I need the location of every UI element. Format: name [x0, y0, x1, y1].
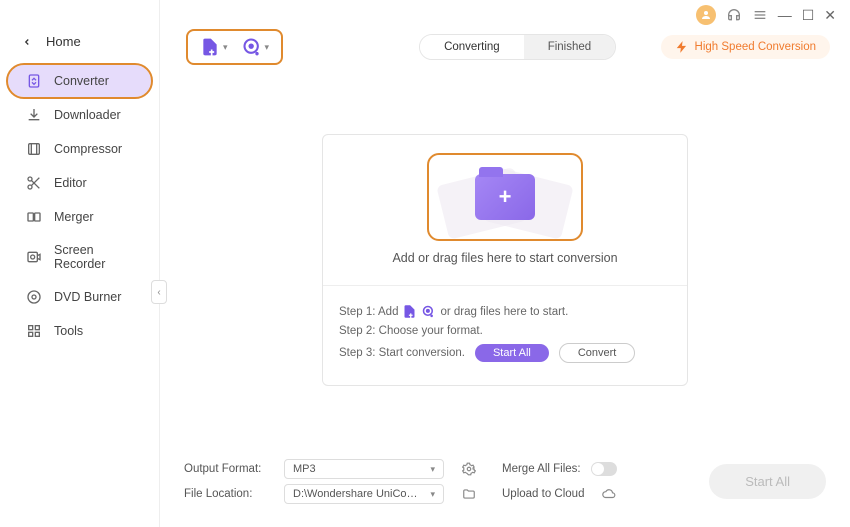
- cloud-icon[interactable]: [602, 487, 616, 501]
- folder-plus-icon: +: [475, 174, 535, 220]
- upload-cloud-label: Upload to Cloud: [502, 488, 584, 500]
- tab-converting[interactable]: Converting: [420, 35, 524, 59]
- dropzone-panel: + Add or drag files here to start conver…: [322, 134, 688, 386]
- step-3: Step 3: Start conversion. Start All Conv…: [339, 343, 671, 363]
- sidebar-item-label: Converter: [54, 74, 109, 88]
- sidebar-item-label: Downloader: [54, 108, 121, 122]
- convert-mini-button[interactable]: Convert: [559, 343, 636, 363]
- grid-icon: [26, 323, 42, 339]
- add-dvd-button[interactable]: ▾: [242, 37, 270, 57]
- sidebar-item-converter[interactable]: Converter: [8, 65, 151, 97]
- speed-badge-label: High Speed Conversion: [695, 41, 816, 53]
- sidebar: Home Converter Downloader Compressor Edi…: [0, 0, 160, 527]
- chevron-down-icon: ▾: [265, 42, 270, 53]
- step-1: Step 1: Add or drag files here to start.: [339, 304, 671, 319]
- step-2: Step 2: Choose your format.: [339, 325, 671, 337]
- file-plus-icon: [402, 304, 417, 319]
- footer-bar: Output Format: MP3▾ Merge All Files: Fil…: [160, 442, 850, 527]
- file-plus-icon: [200, 37, 220, 57]
- compress-icon: [26, 141, 42, 157]
- sidebar-item-label: Editor: [54, 176, 87, 190]
- file-location-label: File Location:: [184, 488, 274, 500]
- start-all-button[interactable]: Start All: [709, 464, 826, 499]
- download-icon: [26, 107, 42, 123]
- merge-files-label: Merge All Files:: [502, 463, 581, 475]
- add-file-button[interactable]: ▾: [200, 37, 228, 57]
- dropzone-text: Add or drag files here to start conversi…: [335, 251, 675, 265]
- sidebar-item-compressor[interactable]: Compressor: [8, 133, 151, 165]
- chevron-down-icon: ▾: [223, 42, 228, 53]
- home-label: Home: [46, 34, 81, 49]
- sidebar-item-label: Tools: [54, 324, 83, 338]
- sidebar-item-label: DVD Burner: [54, 290, 121, 304]
- disc-plus-icon: [242, 37, 262, 57]
- sidebar-item-editor[interactable]: Editor: [8, 167, 151, 199]
- high-speed-badge[interactable]: High Speed Conversion: [661, 35, 830, 59]
- import-buttons-group: ▾ ▾: [186, 29, 283, 65]
- sidebar-item-tools[interactable]: Tools: [8, 315, 151, 347]
- sidebar-item-screen-recorder[interactable]: Screen Recorder: [8, 235, 151, 279]
- merge-files-toggle[interactable]: [591, 462, 617, 476]
- disc-icon: [26, 289, 42, 305]
- record-icon: [26, 249, 42, 265]
- home-link[interactable]: Home: [0, 28, 159, 63]
- sidebar-item-label: Merger: [54, 210, 94, 224]
- sidebar-item-label: Screen Recorder: [54, 243, 133, 271]
- file-location-select[interactable]: D:\Wondershare UniConverter 1▾: [284, 484, 444, 504]
- start-all-mini-button[interactable]: Start All: [475, 344, 549, 362]
- chevron-left-icon: [22, 37, 32, 47]
- scissors-icon: [26, 175, 42, 191]
- sidebar-item-dvd-burner[interactable]: DVD Burner: [8, 281, 151, 313]
- sidebar-item-downloader[interactable]: Downloader: [8, 99, 151, 131]
- lightning-icon: [675, 40, 689, 54]
- folder-icon[interactable]: [462, 487, 476, 501]
- disc-plus-icon: [421, 304, 436, 319]
- output-format-label: Output Format:: [184, 463, 274, 475]
- merge-icon: [26, 209, 42, 225]
- sidebar-item-merger[interactable]: Merger: [8, 201, 151, 233]
- output-format-select[interactable]: MP3▾: [284, 459, 444, 479]
- dropzone[interactable]: +: [427, 153, 583, 241]
- status-tabs: Converting Finished: [419, 34, 616, 60]
- converter-icon: [26, 73, 42, 89]
- sidebar-item-label: Compressor: [54, 142, 122, 156]
- tab-finished[interactable]: Finished: [524, 35, 615, 59]
- gear-icon[interactable]: [462, 462, 476, 476]
